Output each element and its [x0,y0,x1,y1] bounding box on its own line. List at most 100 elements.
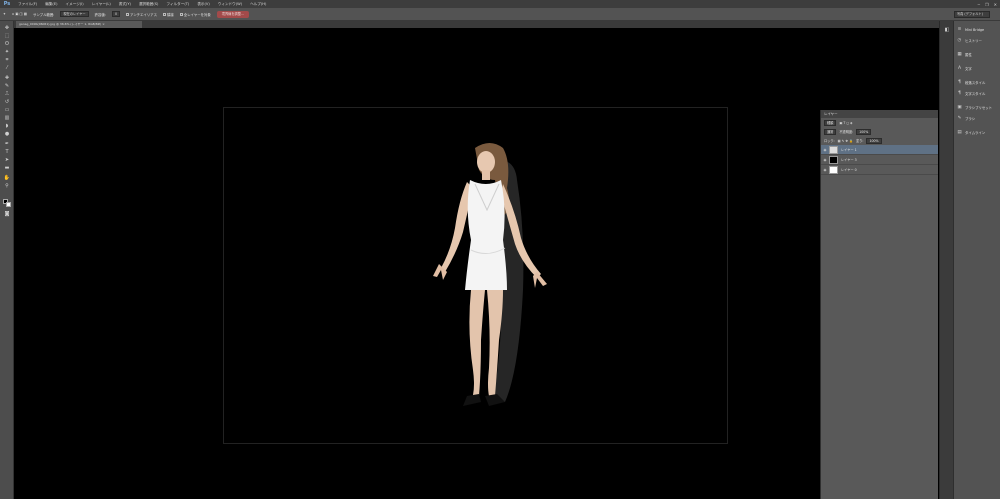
contiguous-checkbox[interactable]: 隣接 [162,12,174,17]
type-tool-icon[interactable]: T [3,149,11,155]
adjustments-icon[interactable]: ◧ [943,27,951,33]
dock-character-styles[interactable]: ¶ 文字スタイル [954,88,1000,99]
layer-kind-filter[interactable]: 種類 [824,119,837,126]
dock-brush-presets[interactable]: ▣ ブラシプリセット [954,102,1000,113]
marquee-tool-icon[interactable]: ⬚ [3,33,11,39]
menu-image[interactable]: イメージ(I) [62,0,88,8]
window-controls: ─ ❐ ✕ [978,0,997,8]
filter-icons[interactable]: ▣ T ◻ ◈ [839,121,852,125]
eyedropper-tool-icon[interactable]: ⁄ [3,65,11,71]
workspace-select[interactable]: 写真 (デフォルト) [954,11,990,18]
checkbox-icon [162,13,166,16]
menu-bar: Ps ファイル(F) 編集(E) イメージ(I) レイヤー(L) 書式(Y) 選… [0,0,1000,8]
menu-edit[interactable]: 編集(E) [41,0,61,8]
dodge-tool-icon[interactable]: ● [3,131,11,137]
tolerance-input[interactable]: 0 [111,11,120,17]
visibility-eye-icon[interactable]: ◉ [821,148,829,152]
blur-tool-icon[interactable]: ◗ [3,123,11,129]
lasso-tool-icon[interactable]: ʘ [3,41,11,47]
opacity-label: 不透明度: [839,130,854,134]
paragraph-styles-icon: ¶ [958,80,961,85]
history-brush-icon[interactable]: ↺ [3,99,11,105]
menu-window[interactable]: ウィンドウ(W) [214,0,246,8]
model-image [433,143,547,406]
properties-icon: ▦ [957,52,962,57]
layer-row[interactable]: ◉ レイヤー 1 [821,145,938,155]
layers-panel-title[interactable]: レイヤー [821,110,938,118]
document-tab-bar: ganag_009b(06061).jpg @ 36.6% (レイヤー 1, R… [14,21,940,28]
menu-file[interactable]: ファイル(F) [14,0,41,8]
menu-layer[interactable]: レイヤー(L) [88,0,115,8]
lock-icons[interactable]: ▦ ✎ ✥ 🔒 [838,139,853,143]
crop-tool-icon[interactable]: ⌗ [3,57,11,63]
layer-row[interactable]: ◉ レイヤー 3 [821,155,938,165]
brush-icon: ✎ [957,116,962,121]
dock-timeline[interactable]: ▤ タイムライン [954,127,1000,138]
document-tab[interactable]: ganag_009b(06061).jpg @ 36.6% (レイヤー 1, R… [16,21,142,28]
quick-mask-icon[interactable]: ◙ [3,211,11,217]
healing-brush-icon[interactable]: ✚ [3,75,11,81]
opacity-input[interactable]: 100% [856,128,872,135]
pen-tool-icon[interactable]: ✒ [3,141,11,147]
panel-dock: ≡ Mini Bridge ◷ ヒストリー ▦ 属性 A 文字 ¶ 段落スタイル ¶ 文字ス… [953,21,1000,499]
checkbox-icon [179,13,183,16]
selection-mode-icons[interactable]: ▫ ▣ ◫ ▩ [12,12,27,16]
move-tool-icon[interactable]: ✥ [3,25,11,31]
sample-size-label: サンプル範囲: [33,12,55,17]
brush-presets-icon: ▣ [957,105,962,110]
document-canvas[interactable] [223,107,728,444]
layer-name: レイヤー 1 [841,148,857,152]
fill-label: 塗り: [856,139,864,143]
menu-filter[interactable]: フィルター(T) [162,0,193,8]
shape-tool-icon[interactable]: ▬ [3,165,11,171]
menu-select[interactable]: 選択範囲(S) [135,0,162,8]
menu-view[interactable]: 表示(V) [193,0,213,8]
blend-mode-select[interactable]: 通常 [824,128,837,135]
visibility-eye-icon[interactable]: ◉ [821,158,829,162]
hand-tool-icon[interactable]: ✋ [3,175,11,181]
tolerance-label: 許容値: [94,12,106,17]
fill-input[interactable]: 100% [866,137,882,144]
background-color-swatch[interactable] [6,202,11,207]
layer-thumbnail [829,165,838,174]
path-selection-icon[interactable]: ➤ [3,157,11,163]
lock-row: ロック: ▦ ✎ ✥ 🔒 塗り: 100% [821,136,938,145]
layers-panel: レイヤー 種類 ▣ T ◻ ◈ 通常 不透明度: 100% ロック: ▦ ✎ ✥… [820,110,938,499]
magic-wand-icon[interactable]: ✦ [3,49,11,55]
gradient-tool-icon[interactable]: ▥ [3,115,11,121]
history-icon: ◷ [957,38,962,43]
layer-thumbnail [829,155,838,164]
menu-type[interactable]: 書式(Y) [115,0,135,8]
minimize-icon[interactable]: ─ [978,2,980,7]
dock-character[interactable]: A 文字 [954,63,1000,74]
visibility-eye-icon[interactable]: ◉ [821,168,829,172]
dock-history[interactable]: ◷ ヒストリー [954,35,1000,46]
zoom-tool-icon[interactable]: ⚲ [3,183,11,189]
antialias-checkbox[interactable]: アンチエイリアス [125,12,157,17]
eraser-tool-icon[interactable]: ▭ [3,107,11,113]
lock-label: ロック: [824,139,835,143]
timeline-icon: ▤ [957,130,962,135]
blend-row: 通常 不透明度: 100% [821,127,938,136]
dock-paragraph-styles[interactable]: ¶ 段落スタイル [954,77,1000,88]
close-icon[interactable]: ✕ [994,2,997,7]
photoshop-logo[interactable]: Ps [0,0,14,8]
dock-mini-bridge[interactable]: ≡ Mini Bridge [954,24,1000,35]
collapsed-panel-strip: ◧ [939,21,953,499]
checkbox-icon [125,13,129,16]
mini-bridge-icon: ≡ [957,27,962,32]
layer-row[interactable]: ◉ レイヤー 0 [821,165,938,175]
restore-icon[interactable]: ❐ [985,2,989,7]
sample-size-select[interactable]: 現在のレイヤー [60,11,89,17]
clone-stamp-icon[interactable]: ⎍ [3,91,11,97]
dock-brush[interactable]: ✎ ブラシ [954,113,1000,124]
refine-edge-button[interactable]: 境界線を調整... [216,10,249,18]
layer-filter-row: 種類 ▣ T ◻ ◈ [821,118,938,127]
brush-tool-icon[interactable]: ✎ [3,83,11,89]
dock-properties[interactable]: ▦ 属性 [954,49,1000,60]
magic-wand-tool-icon[interactable]: ✦ [3,12,6,16]
character-icon: A [957,66,962,71]
menu-help[interactable]: ヘルプ(H) [246,0,270,8]
all-layers-checkbox[interactable]: 全レイヤーを対象 [179,12,211,17]
character-styles-icon: ¶ [958,91,961,96]
